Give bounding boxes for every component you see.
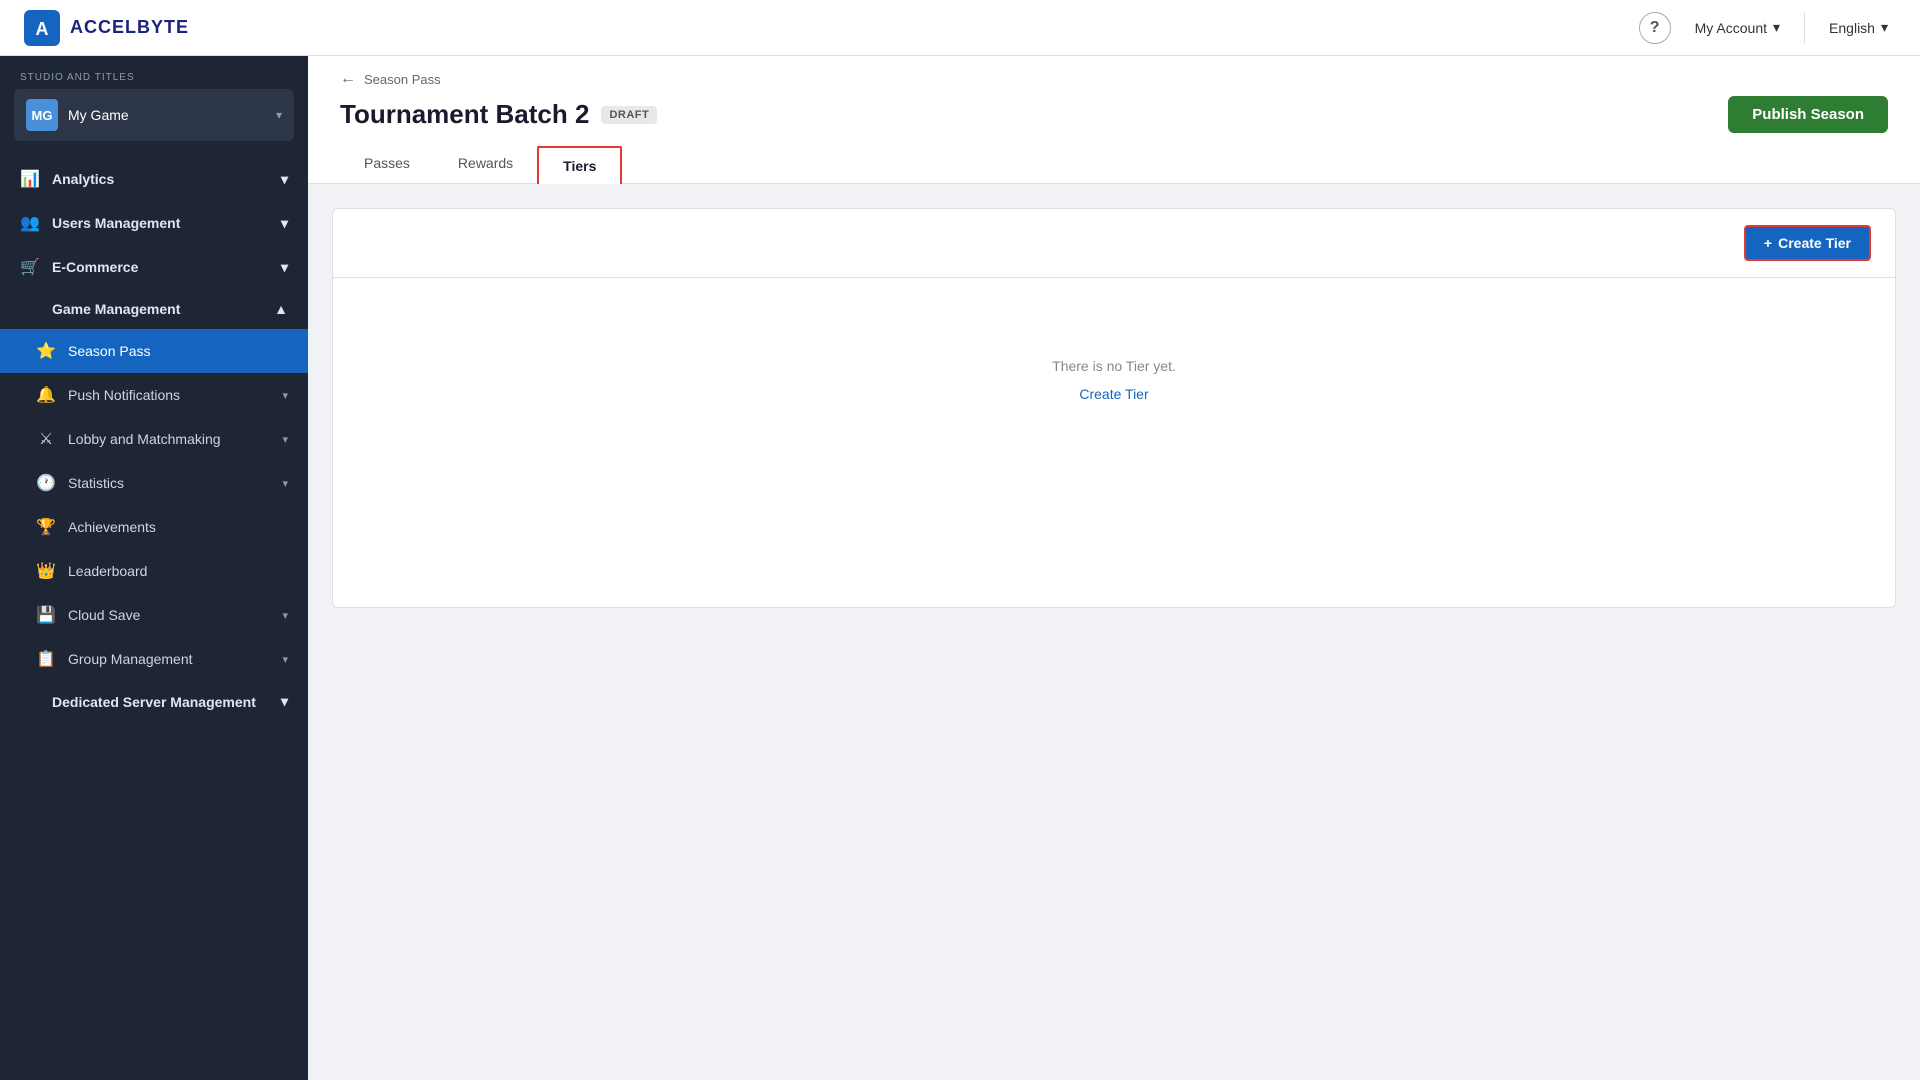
draft-badge: DRAFT [601,106,657,124]
page-title-row: Tournament Batch 2 DRAFT Publish Season [340,96,1888,133]
empty-text: There is no Tier yet. [1052,358,1176,374]
sidebar-item-label: Game Management [52,301,262,317]
users-management-chevron-icon: ▾ [281,215,288,232]
top-header: A ACCELBYTE ? My Account ▾ English ▾ [0,0,1920,56]
users-management-icon: 👥 [20,213,40,233]
sidebar-item-dedicated-server[interactable]: Dedicated Server Management ▾ [0,681,308,722]
sidebar: STUDIO AND TITLES MG My Game ▾ 📊 Analyti… [0,56,308,1080]
tab-rewards[interactable]: Rewards [434,145,537,183]
account-label: My Account [1695,20,1767,36]
help-icon: ? [1650,19,1660,37]
game-selector-chevron-icon: ▾ [276,108,282,122]
game-management-chevron-icon: ▲ [274,301,288,317]
breadcrumb: ← Season Pass [340,70,1888,88]
sidebar-item-cloud-save[interactable]: 💾 Cloud Save ▾ [0,593,308,637]
page-header: ← Season Pass Tournament Batch 2 DRAFT P… [308,56,1920,184]
dedicated-server-chevron-icon: ▾ [281,693,288,710]
empty-create-tier-link[interactable]: Create Tier [1079,386,1148,402]
sidebar-item-label: Analytics [52,171,269,187]
create-tier-label: Create Tier [1778,235,1851,251]
sidebar-item-group-management[interactable]: 📋 Group Management ▾ [0,637,308,681]
help-button[interactable]: ? [1639,12,1671,44]
sidebar-item-users-management[interactable]: 👥 Users Management ▾ [0,201,308,245]
game-selector[interactable]: MG My Game ▾ [14,89,294,141]
sidebar-item-label: Cloud Save [68,607,270,623]
card-toolbar: + Create Tier [333,209,1895,278]
empty-state: There is no Tier yet. Create Tier [333,278,1895,482]
cloud-save-icon: 💾 [36,605,56,625]
page-title: Tournament Batch 2 [340,99,589,130]
sidebar-item-label: Push Notifications [68,387,270,403]
content-area: ← Season Pass Tournament Batch 2 DRAFT P… [308,56,1920,1080]
tab-passes[interactable]: Passes [340,145,434,183]
language-chevron-icon: ▾ [1881,19,1888,36]
sidebar-item-label: Statistics [68,475,270,491]
statistics-icon: 🕐 [36,473,56,493]
sidebar-item-statistics[interactable]: 🕐 Statistics ▾ [0,461,308,505]
accelbyte-logo-icon: A [24,10,60,46]
push-notifications-chevron-icon: ▾ [282,389,288,402]
ecommerce-chevron-icon: ▾ [281,259,288,276]
sidebar-item-label: Season Pass [68,343,288,359]
create-tier-plus-icon: + [1764,235,1772,251]
account-chevron-icon: ▾ [1773,19,1780,36]
game-avatar: MG [26,99,58,131]
sidebar-item-season-pass[interactable]: ⭐ Season Pass [0,329,308,373]
svg-text:A: A [36,19,49,39]
header-right: ? My Account ▾ English ▾ [1639,12,1896,44]
main-card: + Create Tier There is no Tier yet. Crea… [332,208,1896,608]
cloud-save-chevron-icon: ▾ [282,609,288,622]
statistics-chevron-icon: ▾ [282,477,288,490]
season-pass-icon: ⭐ [36,341,56,361]
breadcrumb-label[interactable]: Season Pass [364,72,441,87]
create-tier-button[interactable]: + Create Tier [1744,225,1871,261]
lobby-matchmaking-chevron-icon: ▾ [282,433,288,446]
my-account-button[interactable]: My Account ▾ [1687,15,1788,40]
ecommerce-icon: 🛒 [20,257,40,277]
tab-passes-label: Passes [364,155,410,171]
lobby-matchmaking-icon: ⚔ [36,429,56,449]
sidebar-item-label: Leaderboard [68,563,288,579]
studio-label: STUDIO AND TITLES [0,56,308,89]
leaderboard-icon: 👑 [36,561,56,581]
sidebar-item-label: Lobby and Matchmaking [68,431,270,447]
analytics-chevron-icon: ▾ [281,171,288,188]
analytics-icon: 📊 [20,169,40,189]
sidebar-item-leaderboard[interactable]: 👑 Leaderboard [0,549,308,593]
logo-text: ACCELBYTE [70,17,189,38]
sidebar-item-lobby-matchmaking[interactable]: ⚔ Lobby and Matchmaking ▾ [0,417,308,461]
sidebar-item-achievements[interactable]: 🏆 Achievements [0,505,308,549]
group-management-icon: 📋 [36,649,56,669]
tabs-row: Passes Rewards Tiers [340,145,1888,183]
sidebar-item-label: Dedicated Server Management [52,694,269,710]
header-divider [1804,13,1805,43]
language-button[interactable]: English ▾ [1821,15,1896,40]
publish-season-button[interactable]: Publish Season [1728,96,1888,133]
sidebar-item-game-management[interactable]: Game Management ▲ [0,289,308,329]
breadcrumb-arrow-icon: ← [340,70,356,88]
sidebar-item-label: E-Commerce [52,259,269,275]
tab-tiers-label: Tiers [563,158,596,174]
sidebar-item-push-notifications[interactable]: 🔔 Push Notifications ▾ [0,373,308,417]
logo-area: A ACCELBYTE [24,10,1639,46]
achievements-icon: 🏆 [36,517,56,537]
tab-rewards-label: Rewards [458,155,513,171]
sidebar-item-label: Achievements [68,519,288,535]
sidebar-item-analytics[interactable]: 📊 Analytics ▾ [0,157,308,201]
sidebar-item-label: Group Management [68,651,270,667]
sidebar-item-ecommerce[interactable]: 🛒 E-Commerce ▾ [0,245,308,289]
game-name: My Game [68,107,266,123]
group-management-chevron-icon: ▾ [282,653,288,666]
language-label: English [1829,20,1875,36]
tab-tiers[interactable]: Tiers [537,146,622,184]
main-layout: STUDIO AND TITLES MG My Game ▾ 📊 Analyti… [0,56,1920,1080]
sidebar-item-label: Users Management [52,215,269,231]
push-notifications-icon: 🔔 [36,385,56,405]
page-title-left: Tournament Batch 2 DRAFT [340,99,657,130]
